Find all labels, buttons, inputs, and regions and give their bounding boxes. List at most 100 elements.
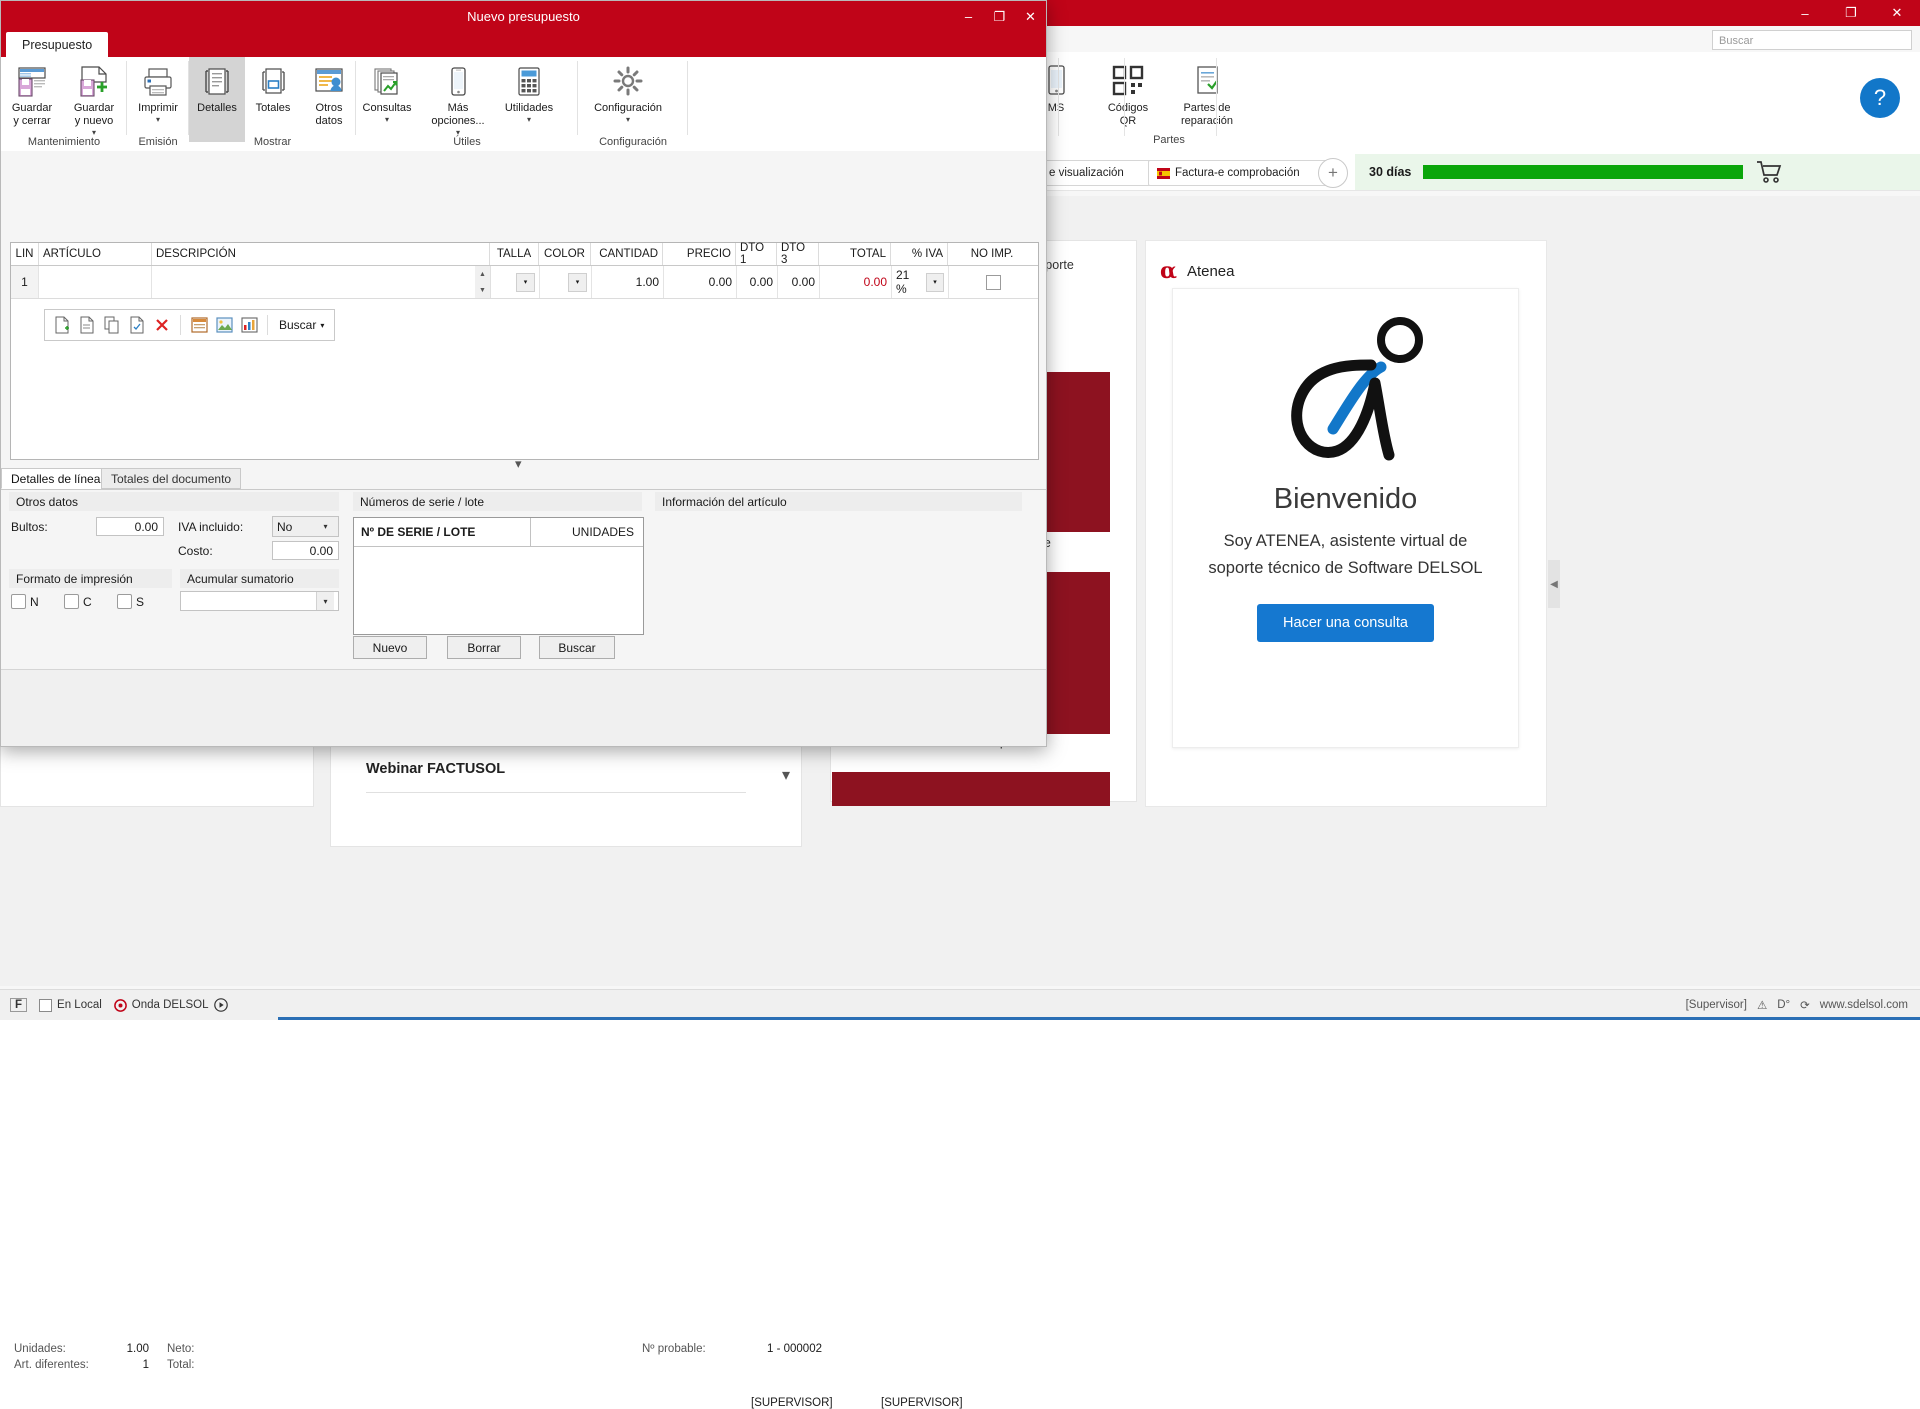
copy-doc-icon[interactable] bbox=[101, 314, 123, 336]
shopping-cart-icon[interactable] bbox=[1755, 159, 1783, 185]
en-local-checkbox[interactable] bbox=[39, 998, 53, 1012]
cell-articulo[interactable] bbox=[39, 266, 152, 298]
col-lin[interactable]: LIN bbox=[11, 243, 39, 265]
chevron-down-icon[interactable]: ▾ bbox=[925, 272, 944, 292]
bultos-input[interactable]: 0.00 bbox=[96, 517, 164, 536]
qr-code-button[interactable]: Códigos QR bbox=[1092, 52, 1164, 128]
col-color[interactable]: COLOR bbox=[539, 243, 591, 265]
consultas-button[interactable]: Consultas ▾ bbox=[356, 57, 418, 124]
cell-descripcion[interactable] bbox=[152, 266, 475, 298]
cell-dto3[interactable]: 0.00 bbox=[778, 266, 820, 298]
delete-doc-icon[interactable] bbox=[151, 314, 173, 336]
col-no-imp[interactable]: NO IMP. bbox=[948, 243, 1036, 265]
buscar-button[interactable]: Buscar bbox=[539, 636, 615, 659]
chevron-down-icon[interactable]: ▾ bbox=[516, 272, 535, 292]
bg-close-button[interactable]: ✕ bbox=[1874, 0, 1920, 26]
cell-cantidad[interactable]: 1.00 bbox=[592, 266, 664, 298]
visualizacion-pill[interactable]: e visualización bbox=[1040, 160, 1158, 186]
chevron-down-icon[interactable]: ▾ bbox=[127, 115, 189, 124]
chevron-down-icon[interactable]: ▾ bbox=[317, 517, 334, 536]
formato-option-s[interactable]: S bbox=[117, 594, 144, 609]
row-spinner[interactable]: ▲ ▼ bbox=[475, 266, 491, 298]
configuracion-button[interactable]: Configuración ▾ bbox=[578, 57, 678, 124]
acumular-sumatorio-select[interactable]: ▾ bbox=[180, 591, 339, 611]
image-icon[interactable] bbox=[213, 314, 235, 336]
tab-totales-del-documento[interactable]: Totales del documento bbox=[101, 468, 242, 489]
formato-option-c[interactable]: C bbox=[64, 594, 92, 609]
help-question-icon[interactable]: ? bbox=[1860, 78, 1900, 118]
warning-icon[interactable]: ⚠ bbox=[1757, 998, 1767, 1012]
detalles-button[interactable]: Detalles bbox=[189, 57, 245, 142]
col-dto1[interactable]: DTO 1 bbox=[736, 242, 777, 266]
atenea-consult-button[interactable]: Hacer una consulta bbox=[1257, 604, 1434, 642]
grid-search-button[interactable]: Buscar ▾ bbox=[275, 318, 328, 332]
otros-datos-button[interactable]: Otros datos bbox=[301, 57, 357, 128]
col-total[interactable]: TOTAL bbox=[819, 243, 891, 265]
totales-button[interactable]: Totales bbox=[245, 57, 301, 115]
global-search-input[interactable]: Buscar bbox=[1712, 30, 1912, 50]
cell-precio[interactable]: 0.00 bbox=[664, 266, 737, 298]
chart-icon[interactable] bbox=[238, 314, 260, 336]
imprimir-button[interactable]: Imprimir ▾ bbox=[127, 57, 189, 124]
table-row[interactable]: 1 ▲ ▼ ▾ ▾ 1.00 0.00 0.00 0.00 0.00 21 % ▾ bbox=[11, 266, 1038, 299]
modal-close-button[interactable]: ✕ bbox=[1015, 1, 1046, 32]
col-descripcion[interactable]: DESCRIPCIÓN bbox=[152, 243, 490, 265]
cell-dto1[interactable]: 0.00 bbox=[737, 266, 778, 298]
add-button[interactable]: + bbox=[1318, 158, 1348, 188]
panel-collapse-handle[interactable]: ◀ bbox=[1548, 560, 1560, 608]
no-imp-checkbox[interactable] bbox=[985, 274, 1001, 290]
costo-input[interactable]: 0.00 bbox=[272, 541, 339, 560]
nuevo-button[interactable]: Nuevo bbox=[353, 636, 427, 659]
trial-status-bar[interactable]: 30 días bbox=[1355, 154, 1920, 190]
chevron-down-icon[interactable]: ▾ bbox=[316, 592, 334, 610]
col-unidades[interactable]: UNIDADES bbox=[531, 518, 641, 546]
cell-talla[interactable]: ▾ bbox=[491, 266, 540, 298]
edit-doc-icon[interactable] bbox=[76, 314, 98, 336]
cell-color[interactable]: ▾ bbox=[540, 266, 592, 298]
col-dto3[interactable]: DTO 3 bbox=[777, 242, 819, 266]
modal-window-controls[interactable]: – ❐ ✕ bbox=[953, 1, 1046, 32]
numeros-serie-table[interactable]: Nº DE SERIE / LOTE UNIDADES bbox=[353, 517, 644, 635]
chevron-down-icon[interactable]: ▾ bbox=[578, 115, 678, 124]
col-numero-serie-lote[interactable]: Nº DE SERIE / LOTE bbox=[354, 518, 531, 546]
col-articulo[interactable]: ARTÍCULO bbox=[39, 243, 152, 265]
mas-opciones-button[interactable]: Más opciones... ▾ bbox=[418, 57, 498, 137]
col-precio[interactable]: PRECIO bbox=[663, 243, 736, 265]
cell-iva[interactable]: 21 % ▾ bbox=[892, 266, 949, 298]
guardar-y-cerrar-button[interactable]: Guardar y cerrar bbox=[1, 57, 63, 128]
formato-s-checkbox[interactable] bbox=[117, 594, 132, 609]
col-talla[interactable]: TALLA bbox=[490, 243, 539, 265]
grid-view-icon[interactable] bbox=[188, 314, 210, 336]
modal-maximize-button[interactable]: ❐ bbox=[984, 1, 1015, 32]
formato-n-checkbox[interactable] bbox=[11, 594, 26, 609]
new-doc-icon[interactable] bbox=[51, 314, 73, 336]
borrar-button[interactable]: Borrar bbox=[447, 636, 521, 659]
play-circle-icon[interactable] bbox=[213, 998, 228, 1012]
chevron-down-icon[interactable]: ▾ bbox=[782, 765, 790, 785]
formato-option-n[interactable]: N bbox=[11, 594, 39, 609]
degree-icon[interactable]: D° bbox=[1777, 999, 1790, 1011]
tab-detalles-de-linea[interactable]: Detalles de línea bbox=[1, 468, 111, 489]
factura-e-pill[interactable]: Factura-e comprobación bbox=[1148, 160, 1334, 186]
partes-reparacion-button[interactable]: Partes de reparación bbox=[1164, 52, 1250, 128]
chevron-down-icon[interactable]: ▾ bbox=[498, 115, 560, 124]
en-local-toggle[interactable]: En Local bbox=[39, 998, 102, 1012]
utilidades-button[interactable]: Utilidades ▾ bbox=[498, 57, 560, 124]
refresh-icon[interactable]: ⟳ bbox=[1800, 998, 1810, 1012]
app-f-icon[interactable]: F bbox=[10, 998, 28, 1012]
onda-delsol-item[interactable]: Onda DELSOL bbox=[113, 998, 228, 1012]
cell-no-imp[interactable] bbox=[949, 266, 1037, 298]
modal-minimize-button[interactable]: – bbox=[953, 1, 984, 32]
guardar-y-nuevo-button[interactable]: Guardar y nuevo ▾ bbox=[63, 57, 125, 137]
chevron-down-icon[interactable]: ▾ bbox=[320, 321, 324, 330]
bg-minimize-button[interactable]: – bbox=[1782, 0, 1828, 26]
col-iva[interactable]: % IVA bbox=[891, 243, 948, 265]
col-cantidad[interactable]: CANTIDAD bbox=[591, 243, 663, 265]
formato-c-checkbox[interactable] bbox=[64, 594, 79, 609]
background-window-controls[interactable]: – ❐ ✕ bbox=[1782, 0, 1920, 26]
properties-doc-icon[interactable] bbox=[126, 314, 148, 336]
bg-maximize-button[interactable]: ❐ bbox=[1828, 0, 1874, 26]
tab-presupuesto[interactable]: Presupuesto bbox=[6, 32, 109, 57]
website-link[interactable]: www.sdelsol.com bbox=[1820, 999, 1908, 1011]
chevron-down-icon[interactable]: ▾ bbox=[356, 115, 418, 124]
